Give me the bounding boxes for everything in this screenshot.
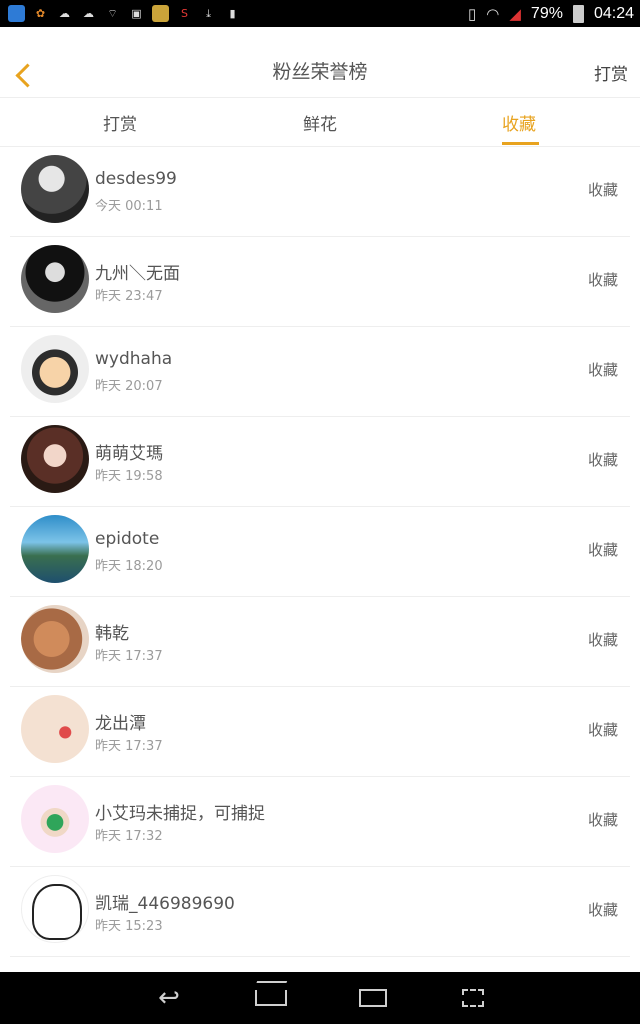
action-label: 收藏	[587, 811, 618, 829]
sketch-face	[32, 884, 82, 940]
list-item[interactable]: wydhaha 昨天 20:07 收藏	[0, 327, 640, 417]
screenshot-icon[interactable]	[456, 986, 490, 1010]
action-label: 收藏	[587, 181, 618, 199]
tab-reward[interactable]: 打赏	[103, 110, 137, 135]
list-item[interactable]: 凯瑞_446989690 昨天 15:23 收藏	[0, 867, 640, 957]
user-name: epidote	[95, 529, 160, 549]
timestamp: 昨天 17:32	[95, 829, 163, 844]
timestamp: 昨天 23:47	[95, 289, 163, 304]
lock-icon: ▮	[229, 7, 236, 20]
list-item[interactable]: 小艾玛未捕捉，可捕捉 昨天 17:32 收藏	[0, 777, 640, 867]
tab-bar: 打赏 鲜花 收藏	[0, 98, 640, 147]
notification-icons: ✿ ☁ ☁ ⌔ ▣ S ⤓ ▮	[8, 4, 241, 23]
user-name: 小艾玛未捕捉，可捕捉	[95, 804, 265, 824]
user-name: 萌萌艾瑪	[95, 444, 163, 464]
timestamp: 今天 00:11	[95, 199, 163, 214]
user-name: wydhaha	[95, 349, 173, 369]
rotate-icon: ▯	[468, 5, 477, 23]
wifi-icon: ◠	[486, 5, 500, 23]
squirrel-icon: ✿	[35, 7, 46, 20]
reward-link[interactable]: 打赏	[594, 60, 628, 85]
avatar[interactable]	[21, 155, 89, 223]
user-name: 韩乾	[95, 624, 129, 644]
battery-percent: 79%	[530, 4, 563, 22]
action-label: 收藏	[587, 271, 618, 289]
nav-home-icon[interactable]	[254, 986, 288, 1010]
image-icon: ▣	[131, 7, 142, 20]
cloud-icon: ☁	[59, 7, 70, 20]
list-item[interactable]: 龙出潭 昨天 17:37 收藏	[0, 687, 640, 777]
action-label: 收藏	[587, 901, 618, 919]
list-item[interactable]: epidote 昨天 18:20 收藏	[0, 507, 640, 597]
user-name: 九州＼无面	[95, 264, 180, 284]
action-label: 收藏	[587, 361, 618, 379]
user-name: 凯瑞_446989690	[95, 894, 235, 914]
header: 粉丝荣誉榜 打赏	[0, 27, 640, 98]
avatar[interactable]	[21, 425, 89, 493]
timestamp: 昨天 17:37	[95, 649, 163, 664]
timestamp: 昨天 20:07	[95, 379, 163, 394]
page-title: 粉丝荣誉榜	[272, 61, 368, 83]
avatar[interactable]	[21, 605, 89, 673]
action-label: 收藏	[587, 631, 618, 649]
action-label: 收藏	[587, 451, 618, 469]
download-icon: ⤓	[206, 6, 211, 20]
timestamp: 昨天 17:37	[95, 739, 163, 754]
user-name: 龙出潭	[95, 714, 146, 734]
action-label: 收藏	[587, 721, 618, 739]
avatar[interactable]	[21, 245, 89, 313]
app-icon	[8, 5, 25, 22]
list-item[interactable]: 九州＼无面 昨天 23:47 收藏	[0, 237, 640, 327]
avatar[interactable]	[21, 785, 89, 853]
nav-back-icon[interactable]: ↩	[152, 983, 186, 1013]
signal-icon: ⌔	[107, 6, 118, 20]
action-label: 收藏	[587, 541, 618, 559]
app-icon	[152, 5, 169, 22]
timestamp: 昨天 15:23	[95, 919, 163, 934]
clock: 04:24	[593, 4, 634, 22]
battery-icon	[572, 4, 584, 23]
app-icon: S	[181, 7, 188, 20]
divider	[10, 956, 630, 957]
avatar[interactable]	[21, 515, 89, 583]
tab-favorites[interactable]: 收藏	[502, 110, 536, 135]
status-right: ▯ ◠ ◢ 79% 04:24	[468, 0, 634, 27]
list-item[interactable]: 韩乾 昨天 17:37 收藏	[0, 597, 640, 687]
list-item[interactable]: desdes99 今天 00:11 收藏	[0, 147, 640, 237]
status-bar: ✿ ☁ ☁ ⌔ ▣ S ⤓ ▮ ▯ ◠ ◢ 79% 04:24	[0, 0, 640, 27]
avatar[interactable]	[21, 335, 89, 403]
timestamp: 昨天 19:58	[95, 469, 163, 484]
user-name: desdes99	[95, 169, 177, 189]
tab-flowers[interactable]: 鲜花	[303, 110, 337, 135]
list-item[interactable]: 萌萌艾瑪 昨天 19:58 收藏	[0, 417, 640, 507]
cloud-icon: ☁	[83, 7, 94, 20]
avatar[interactable]	[21, 695, 89, 763]
system-nav-bar: ↩	[0, 972, 640, 1024]
active-tab-indicator	[502, 142, 539, 145]
avatar[interactable]	[21, 875, 89, 943]
timestamp: 昨天 18:20	[95, 559, 163, 574]
nav-recent-apps-icon[interactable]	[356, 986, 390, 1010]
cellular-icon: ◢	[509, 5, 521, 23]
